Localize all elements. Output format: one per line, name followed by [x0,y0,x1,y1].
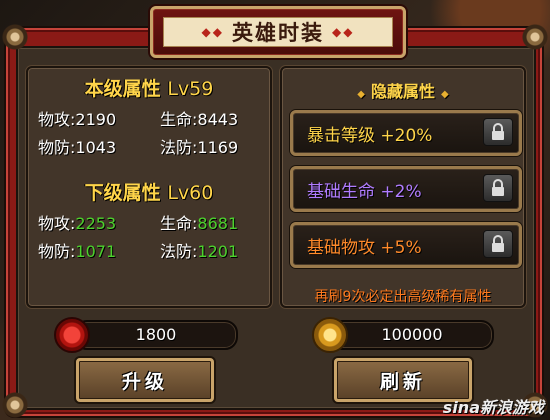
next-level-heading: 下级属性 Lv60 [28,178,270,205]
hidden-attribute-label: 基础生命 +2% [307,182,422,202]
upgrade-cost-value: 1800 [135,325,177,344]
stat-value: 2190 [75,110,117,129]
next-level-heading-label: 下级属性 [84,182,161,204]
corner-ornament [522,24,548,50]
stat-label: 物防: [38,138,76,157]
hidden-attribute-label: 基础物攻 +5% [307,238,422,258]
diamond-ornament-icon: ◆ [357,89,365,100]
stat-label: 法防: [160,242,198,261]
diamond-ornament-icon: ◆◆ [201,25,224,39]
current-level-heading: 本级属性 Lv59 [28,74,270,101]
title-plate: ◆◆ 英雄时装 ◆◆ [150,6,406,58]
lock-icon[interactable] [483,174,513,202]
stat-label: 生命: [160,214,198,233]
diamond-ornament-icon: ◆◆ [332,25,355,39]
corner-ornament [2,24,28,50]
stat-label: 物攻: [38,110,76,129]
level-stats-panel: 本级属性 Lv59 物攻:2190 生命:8443 物防:1043 法防:116… [26,66,272,308]
stat-value: 1043 [75,138,117,157]
hidden-attributes-heading: ◆ 隐藏属性 ◆ [282,78,524,102]
lock-icon[interactable] [483,230,513,258]
next-level-value: Lv60 [167,182,214,204]
red-gem-currency-icon [54,317,90,353]
next-stat-hp: 生命:8681 [160,210,238,234]
stat-label: 法防: [160,138,198,157]
next-stat-magic-def: 法防:1201 [160,238,238,262]
hidden-attribute-slot[interactable]: 基础生命 +2% [290,166,522,212]
refresh-cost-bar: 100000 [330,320,494,350]
current-stat-phys-atk: 物攻:2190 [38,106,116,130]
stat-value: 1169 [197,138,239,157]
hidden-attribute-label: 暴击等级 +20% [307,126,433,146]
stat-value: 8681 [197,214,239,233]
hidden-attributes-title: 隐藏属性 [370,82,435,101]
lock-icon[interactable] [483,118,513,146]
hidden-attribute-slot[interactable]: 暴击等级 +20% [290,110,522,156]
current-level-value: Lv59 [167,78,214,100]
current-stat-hp: 生命:8443 [160,106,238,130]
diamond-ornament-icon: ◆ [441,89,449,100]
stat-label: 物防: [38,242,76,261]
upgrade-cost-bar: 1800 [74,320,238,350]
upgrade-button[interactable]: 升级 [76,358,214,402]
gold-coin-currency-icon [312,317,348,353]
refresh-cost-value: 100000 [381,325,443,344]
hidden-attributes-panel: ◆ 隐藏属性 ◆ 暴击等级 +20% 基础生命 +2% 基础物攻 +5% 再刷9次必… [280,66,526,308]
current-stat-magic-def: 法防:1169 [160,134,238,158]
refresh-guarantee-note: 再刷9次必定出高级稀有属性 [314,289,492,305]
stat-value: 1201 [197,242,239,261]
hidden-attribute-slot[interactable]: 基础物攻 +5% [290,222,522,268]
corner-ornament [2,392,28,418]
stat-label: 生命: [160,110,198,129]
current-level-heading-label: 本级属性 [84,78,161,100]
current-stat-phys-def: 物防:1043 [38,134,116,158]
watermark-logo: sina新浪游戏 [442,398,544,417]
dialog-title: 英雄时装 [232,21,324,45]
next-stat-phys-def: 物防:1071 [38,238,116,262]
stat-value: 1071 [75,242,117,261]
stat-value: 8443 [197,110,239,129]
stat-value: 2253 [75,214,117,233]
next-stat-phys-atk: 物攻:2253 [38,210,116,234]
stat-label: 物攻: [38,214,76,233]
